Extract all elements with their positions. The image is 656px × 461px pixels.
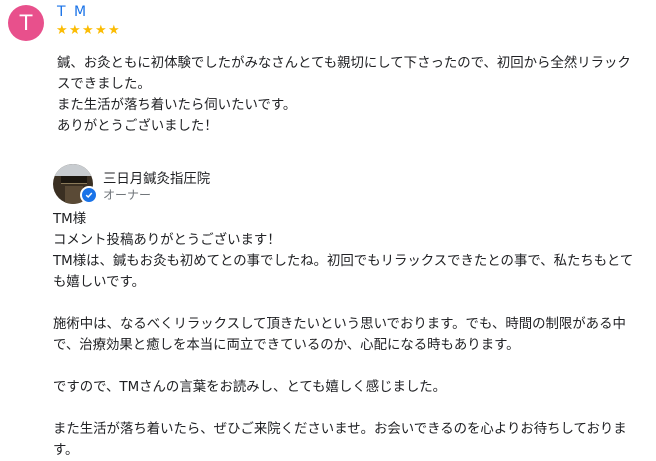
owner-reply-text: TM様 コメント投稿ありがとうございます！ TM様は、鍼もお灸も初めてとの事でし…	[53, 212, 634, 458]
review-text: 鍼、お灸ともに初体験でしたがみなさんとても親切にして下さったので、初回から全然リ…	[57, 56, 631, 134]
verified-check-icon	[80, 186, 98, 204]
owner-name: 三日月鍼灸指圧院	[103, 172, 211, 187]
star-icon: ★	[82, 23, 94, 38]
star-icon: ★	[108, 23, 120, 38]
star-icon: ★	[56, 23, 68, 38]
reviewer-avatar[interactable]: T	[8, 5, 44, 41]
star-rating: ★ ★ ★ ★ ★	[56, 24, 121, 38]
owner-role: オーナー	[103, 188, 152, 202]
star-icon: ★	[95, 23, 107, 38]
star-icon: ★	[69, 23, 81, 38]
reviewer-name[interactable]: T M	[57, 4, 88, 20]
